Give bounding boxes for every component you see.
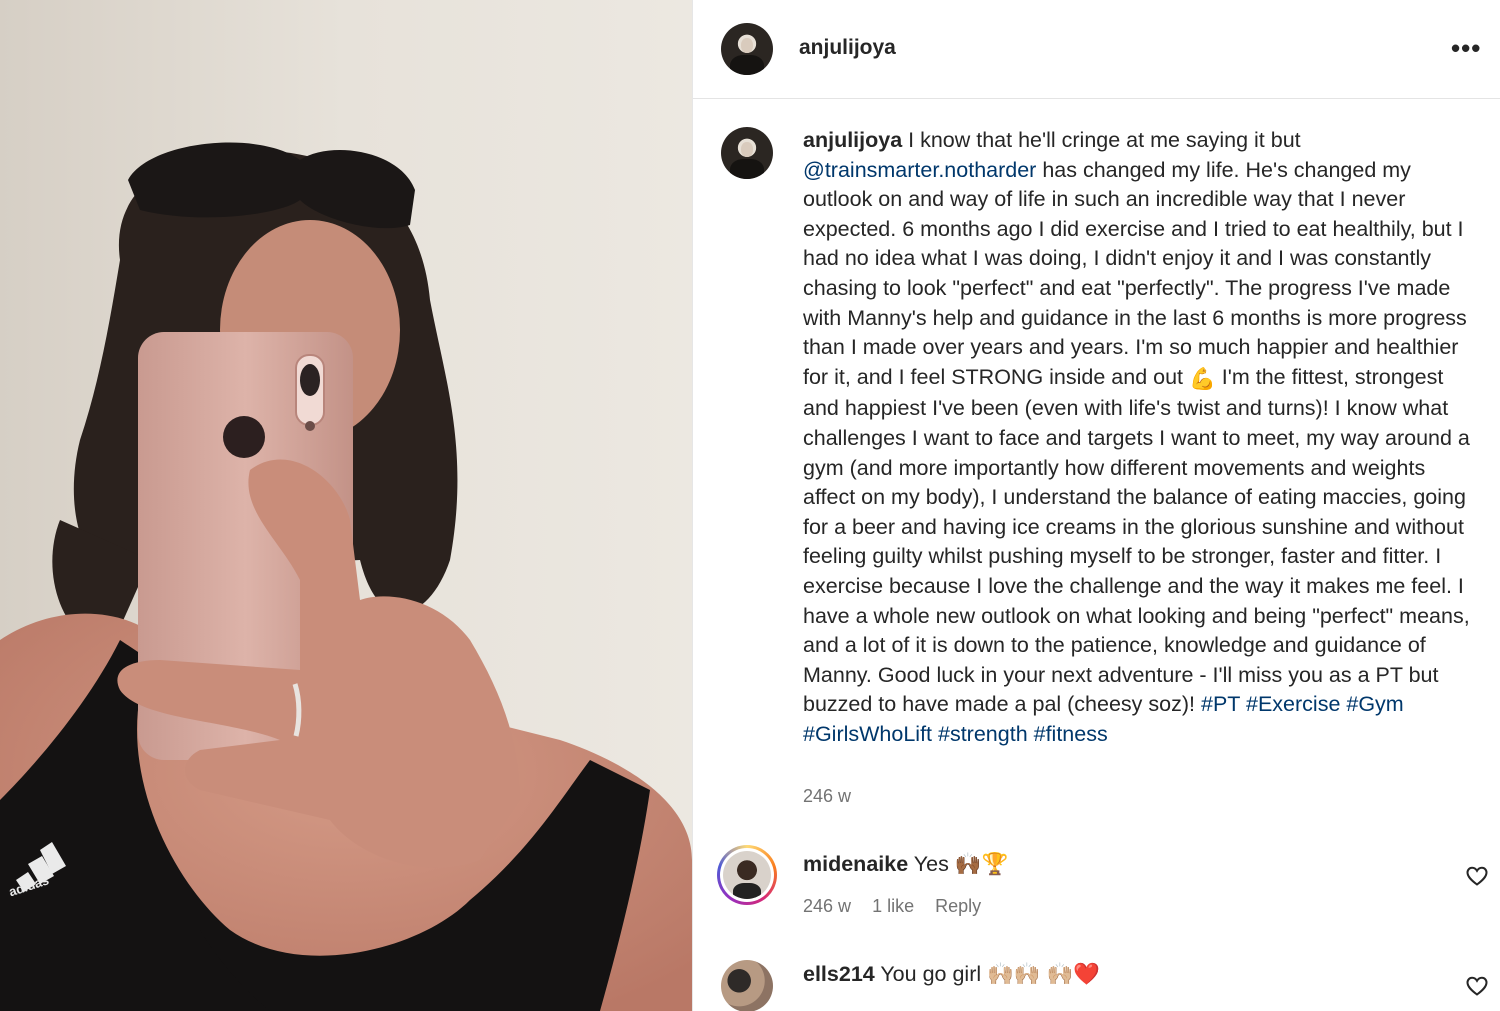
comment-likes[interactable]: 1 like xyxy=(872,896,914,916)
comment-reply-button[interactable]: Reply xyxy=(935,896,981,916)
comment-username[interactable]: ells214 xyxy=(803,962,875,986)
post-caption: anjulijoya I know that he'll cringe at m… xyxy=(803,126,1473,749)
comment-text: You go girl 🙌🏼🙌🏼 🙌🏼❤️ xyxy=(874,962,1101,986)
like-heart-icon[interactable] xyxy=(1465,974,1489,998)
caption-avatar[interactable] xyxy=(721,127,773,179)
caption-text-3: I'm the fittest, strongest and happiest … xyxy=(803,364,1470,717)
commenter-avatar-story-ring[interactable] xyxy=(717,845,777,905)
comment-item: ells214 You go girl 🙌🏼🙌🏼 🙌🏼❤️ xyxy=(803,962,1100,987)
commenter-avatar[interactable] xyxy=(721,960,773,1011)
caption-text-2: has changed my life. He's changed my out… xyxy=(803,157,1467,389)
more-horizontal-icon[interactable]: ••• xyxy=(1451,33,1481,63)
like-heart-icon[interactable] xyxy=(1465,864,1489,888)
mirror-selfie-illustration: adidas xyxy=(0,0,692,1011)
caption-text-1: I know that he'll cringe at me saying it… xyxy=(902,128,1301,152)
comment-time: 246 w xyxy=(803,896,852,916)
caption-mention-link[interactable]: @trainsmarter.notharder xyxy=(803,158,1036,182)
post-detail-panel: anjulijoya ••• anjulijoya I know that he… xyxy=(692,0,1500,1011)
flexed-biceps-emoji: 💪 xyxy=(1189,366,1216,391)
comment-meta: 246 w 1 like Reply xyxy=(803,896,997,917)
post-timestamp: 246 w xyxy=(803,786,852,806)
comment-text: Yes 🙌🏾🏆 xyxy=(908,852,1009,876)
author-avatar[interactable] xyxy=(721,23,773,75)
author-username[interactable]: anjulijoya xyxy=(799,36,896,60)
post-photo[interactable]: adidas xyxy=(0,0,692,1011)
comment-username[interactable]: midenaike xyxy=(803,852,908,876)
post-header: anjulijoya ••• xyxy=(693,0,1500,99)
comment-item: midenaike Yes 🙌🏾🏆 xyxy=(803,852,1008,877)
caption-username[interactable]: anjulijoya xyxy=(803,128,902,152)
